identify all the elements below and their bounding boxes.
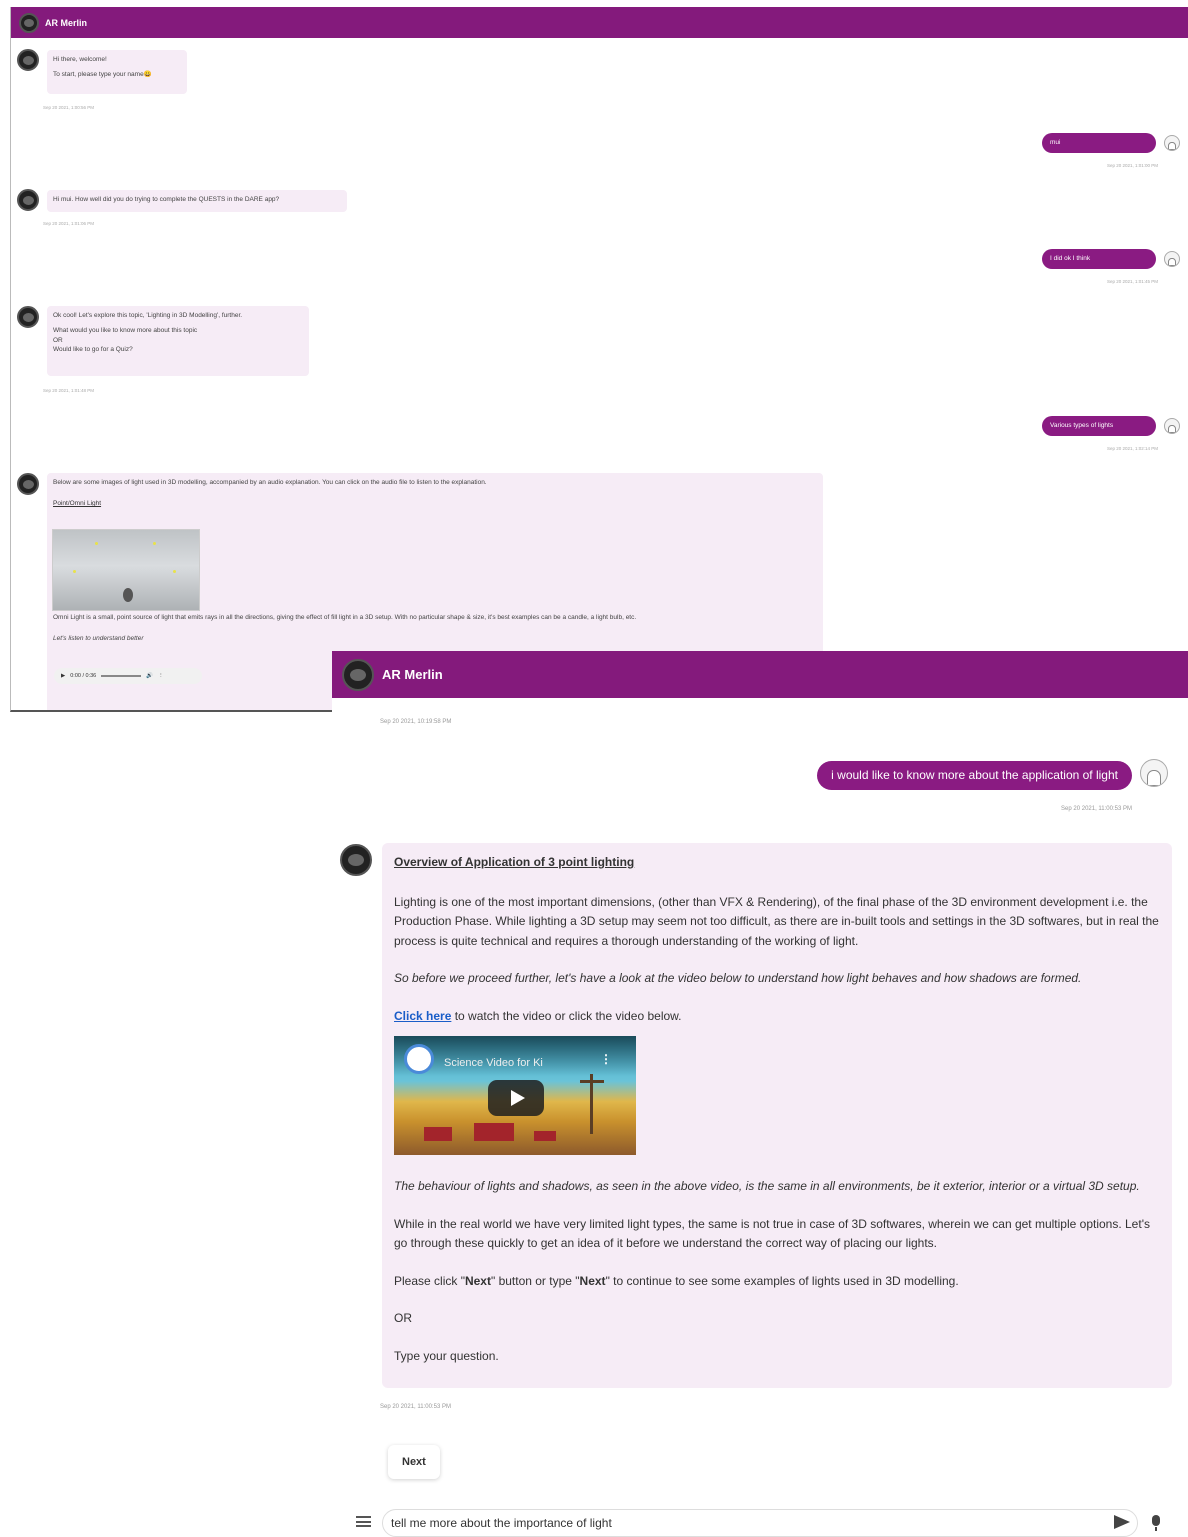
audio-time: 0:00 / 0:36 (70, 673, 97, 679)
next-keyword: Next (464, 1273, 491, 1288)
text-fragment: " button or type " (490, 1273, 580, 1288)
bot-message: Ok cool! Let's explore this topic, 'Ligh… (47, 306, 309, 376)
light-bulb-icon (123, 588, 133, 602)
omni-light-link[interactable]: Point/Omni Light (53, 499, 817, 508)
user-message: mui (1042, 133, 1156, 153)
message-timestamp: Sep 20 2021, 1:01:00 PM (1106, 163, 1158, 168)
message-text: What would you like to know more about t… (53, 327, 198, 335)
text-fragment: Please click " (394, 1273, 465, 1288)
next-keyword: Next (579, 1273, 606, 1288)
message-timestamp: Sep 20 2021, 11:00:53 PM (380, 1404, 451, 1410)
message-text: To start, please type your name😀 (53, 71, 152, 79)
chat-title: AR Merlin (382, 667, 443, 682)
user-message: i would like to know more about the appl… (817, 761, 1132, 790)
message-paragraph: While in the real world we have very lim… (394, 1216, 1150, 1251)
message-paragraph: Please click "Next" button or type "Next… (394, 1272, 1160, 1292)
volume-icon[interactable]: 🔊 (146, 673, 153, 679)
bot-message: Hi mui. How well did you do trying to co… (47, 190, 347, 212)
audio-player[interactable]: ▶ 0:00 / 0:36 🔊 ⋮ (54, 668, 202, 684)
chat-header: AR Merlin (332, 651, 1188, 698)
play-button-icon[interactable] (488, 1080, 544, 1116)
video-thumbnail[interactable]: Science Video for Ki ⋮ (394, 1036, 636, 1155)
user-message: Various types of lights (1042, 416, 1156, 436)
user-message: I did ok I think (1042, 249, 1156, 269)
bot-avatar-icon (17, 306, 39, 328)
merlin-logo-icon (19, 12, 39, 33)
chat-header: AR Merlin (11, 7, 1188, 38)
channel-icon (404, 1044, 434, 1074)
menu-icon[interactable] (356, 1516, 371, 1527)
more-options-icon[interactable]: ⋮ (158, 673, 164, 679)
message-paragraph: OR (394, 1311, 412, 1325)
user-avatar-icon (1140, 759, 1168, 787)
chat-title: AR Merlin (45, 17, 88, 28)
message-text: Hi there, welcome! (53, 56, 107, 63)
next-button[interactable]: Next (388, 1445, 440, 1479)
bot-avatar-icon (17, 189, 39, 211)
message-paragraph: So before we proceed further, let's have… (394, 971, 1082, 985)
message-timestamp: Sep 20 2021, 1:02:14 PM (1106, 446, 1158, 451)
user-avatar-icon (1164, 135, 1180, 151)
audio-progress-slider[interactable] (101, 675, 142, 677)
click-here-link[interactable]: Click here (394, 1009, 451, 1023)
link-rest-text: to watch the video or click the video be… (451, 1008, 682, 1023)
merlin-logo-icon (342, 658, 374, 691)
bot-avatar-icon (340, 844, 372, 876)
text-fragment: " to continue to see some examples of li… (605, 1273, 959, 1288)
message-timestamp: Sep 20 2021, 1:01:48 PM (43, 388, 95, 393)
send-icon[interactable] (1114, 1515, 1130, 1529)
chat-window-previous: AR Merlin Hi there, welcome! To start, p… (10, 7, 1188, 712)
message-text: Hi mui. How well did you do trying to co… (53, 196, 280, 203)
video-link-line: Click here to watch the video or click t… (394, 1007, 1160, 1027)
bot-message: Hi there, welcome! To start, please type… (47, 50, 187, 94)
bot-avatar-icon (17, 49, 39, 71)
message-timestamp: Sep 20 2021, 10:19:58 PM (380, 719, 452, 725)
message-text: Would like to go for a Quiz? (53, 346, 133, 354)
bot-avatar-icon (17, 473, 39, 495)
message-paragraph: Lighting is one of the most important di… (394, 894, 1159, 948)
user-avatar-icon (1164, 418, 1180, 434)
chat-input-bar (352, 1507, 1182, 1537)
microphone-icon[interactable] (1152, 1515, 1160, 1531)
message-heading: Overview of Application of 3 point light… (394, 855, 635, 869)
audio-prompt: Let's listen to understand better (53, 635, 144, 643)
message-timestamp: Sep 20 2021, 1:01:45 PM (1106, 279, 1158, 284)
message-text: Omni Light is a small, point source of l… (53, 613, 637, 621)
chat-window-current: AR Merlin Sep 20 2021, 10:19:58 PM i wou… (332, 651, 1188, 1537)
user-avatar-icon (1164, 251, 1180, 267)
message-text: OR (53, 336, 63, 344)
message-timestamp: Sep 20 2021, 11:00:53 PM (1061, 806, 1132, 812)
message-timestamp: Sep 20 2021, 1:00:56 PM (43, 105, 95, 110)
message-paragraph: The behaviour of lights and shadows, as … (394, 1179, 1140, 1193)
message-text: Below are some images of light used in 3… (53, 479, 487, 486)
message-timestamp: Sep 20 2021, 1:01:06 PM (43, 221, 95, 226)
message-paragraph: Type your question. (394, 1348, 499, 1363)
play-icon[interactable]: ▶ (61, 673, 65, 679)
bot-message: Overview of Application of 3 point light… (382, 843, 1172, 1388)
message-text: Ok cool! Let's explore this topic, 'Ligh… (53, 312, 243, 319)
chat-input[interactable] (382, 1509, 1138, 1537)
video-menu-icon[interactable]: ⋮ (600, 1050, 612, 1070)
omni-light-image[interactable] (52, 529, 200, 611)
